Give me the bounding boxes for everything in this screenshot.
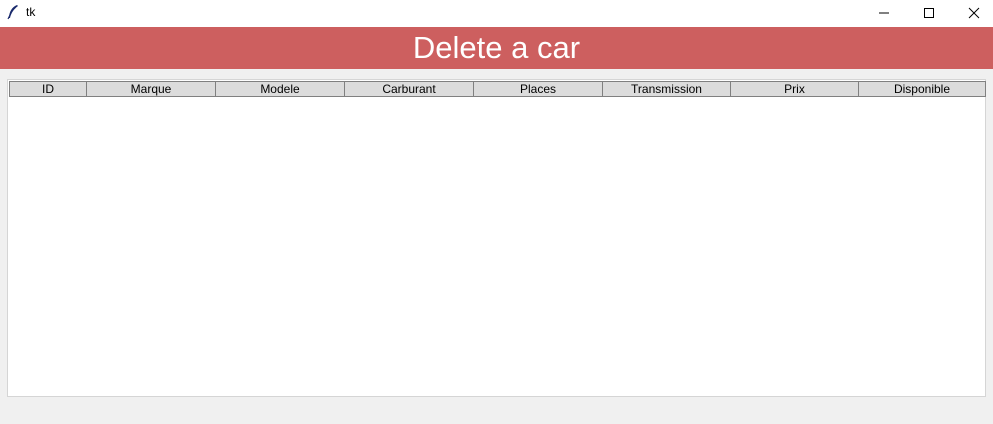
minimize-button[interactable] <box>861 0 907 27</box>
maximize-button[interactable] <box>906 0 952 27</box>
close-button[interactable] <box>951 0 993 27</box>
column-header-places[interactable]: Places <box>474 81 603 97</box>
page-title: Delete a car <box>412 30 581 65</box>
app-window: tk Delete a car ID Marque Modele Carbura… <box>0 0 993 424</box>
close-icon <box>968 4 980 23</box>
title-bar[interactable]: tk <box>0 0 993 27</box>
feather-icon <box>6 4 20 20</box>
table-body[interactable] <box>9 97 984 395</box>
column-header-marque[interactable]: Marque <box>87 81 216 97</box>
table-header: ID Marque Modele Carburant Places Transm… <box>9 81 986 97</box>
column-header-prix[interactable]: Prix <box>731 81 859 97</box>
page-title-banner: Delete a car <box>0 27 993 69</box>
column-header-disponible[interactable]: Disponible <box>859 81 986 97</box>
minimize-icon <box>878 4 890 23</box>
column-header-id[interactable]: ID <box>9 81 87 97</box>
column-header-carburant[interactable]: Carburant <box>345 81 474 97</box>
column-header-transmission[interactable]: Transmission <box>603 81 731 97</box>
cars-table[interactable]: ID Marque Modele Carburant Places Transm… <box>7 79 986 397</box>
maximize-icon <box>923 4 935 23</box>
column-header-modele[interactable]: Modele <box>216 81 345 97</box>
window-title: tk <box>26 5 36 19</box>
